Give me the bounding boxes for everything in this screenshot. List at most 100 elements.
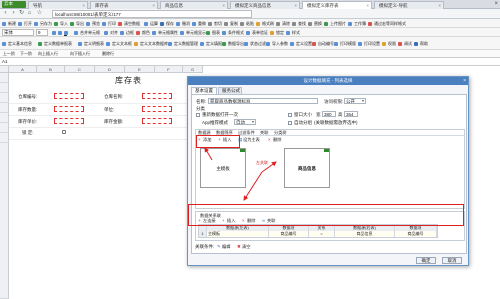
close-icon[interactable]: × bbox=[152, 3, 155, 8]
clear-format-button[interactable]: 清除 bbox=[276, 20, 290, 27]
field-cell[interactable] bbox=[142, 106, 172, 112]
redo-button[interactable]: 重做 bbox=[192, 20, 206, 27]
define-settings-button[interactable]: 定义设置 bbox=[290, 40, 312, 47]
height-input[interactable]: 364 bbox=[344, 111, 358, 117]
column-header[interactable]: C bbox=[65, 66, 95, 73]
help-button[interactable]: 帮助 bbox=[414, 40, 428, 47]
close-icon[interactable]: × bbox=[463, 77, 466, 85]
workbook-button[interactable]: 工作簿 bbox=[348, 20, 366, 27]
chart-button[interactable]: 图表 bbox=[206, 29, 220, 36]
row-header[interactable] bbox=[0, 103, 9, 113]
column-header[interactable]: G bbox=[183, 66, 203, 73]
secondary-table-box[interactable]: 商品信息 bbox=[284, 148, 330, 188]
print-button[interactable]: 打印 bbox=[102, 20, 116, 27]
set-main-button[interactable]: ▤ 设为主表 bbox=[238, 137, 260, 142]
define-report-button[interactable]: 定义数据单报表 bbox=[38, 40, 72, 47]
window-close-icon[interactable]: × bbox=[494, 1, 498, 7]
state-filter-button[interactable]: 状态过滤 bbox=[244, 40, 266, 47]
auto-number-button[interactable]: 自动编号 bbox=[312, 40, 334, 47]
insert-row-below-button[interactable]: 向下插入行 bbox=[70, 51, 90, 57]
tab-define-inventory[interactable]: 模拟定义库存表 × bbox=[302, 1, 372, 9]
right-source-select[interactable]: 商品信息 bbox=[335, 231, 395, 237]
print-template-button[interactable]: 打印模版 bbox=[334, 40, 356, 47]
undo-button[interactable]: 撤消 bbox=[176, 20, 190, 27]
save-button[interactable]: 保存 bbox=[160, 20, 174, 27]
column-header[interactable]: A bbox=[9, 66, 37, 73]
align-button[interactable]: 对齐 bbox=[104, 29, 118, 36]
row-header[interactable] bbox=[0, 113, 9, 123]
insert-row-above-button[interactable]: 向上插入行 bbox=[38, 51, 58, 57]
column-header[interactable]: B bbox=[37, 66, 65, 73]
lock-button[interactable]: 锁定 bbox=[270, 29, 284, 36]
font-size-select[interactable]: 9 bbox=[36, 29, 48, 36]
relation-op-select[interactable]: = bbox=[309, 231, 335, 237]
access-select[interactable]: 公开 bbox=[344, 98, 366, 104]
name-input[interactable]: 获取商品数据源标准 bbox=[208, 98, 318, 104]
field-cell[interactable] bbox=[142, 118, 172, 124]
delete-button[interactable]: × 删除 bbox=[268, 137, 281, 142]
define-text-db-button[interactable]: 定义文本数据库 bbox=[134, 40, 168, 47]
column-header[interactable]: E bbox=[125, 66, 155, 73]
column-header[interactable]: D bbox=[95, 66, 125, 73]
format-painter-button[interactable]: 格式刷 bbox=[256, 20, 274, 27]
import-params-button[interactable]: 导入参数 bbox=[266, 40, 288, 47]
row-header[interactable] bbox=[0, 83, 9, 93]
cell-display-button[interactable]: 单元格显示 bbox=[180, 29, 206, 36]
cell-properties-button[interactable]: 单元格属性 bbox=[152, 29, 178, 36]
row-header[interactable] bbox=[0, 93, 9, 103]
cut-button[interactable]: 剪切 bbox=[208, 20, 222, 27]
tab-service-formula[interactable]: 服务公式 bbox=[218, 87, 242, 94]
home-icon[interactable]: ⌂ bbox=[26, 10, 33, 17]
new-button[interactable]: 新建 bbox=[2, 20, 16, 27]
window-size-checkbox[interactable] bbox=[288, 113, 292, 117]
main-table-box[interactable]: 主模板 bbox=[200, 148, 246, 188]
border-button[interactable]: 边框 bbox=[120, 29, 134, 36]
close-icon[interactable]: × bbox=[82, 3, 85, 8]
define-data-manage-button[interactable]: 定义数据管理 bbox=[168, 40, 198, 47]
lock-checkbox[interactable] bbox=[62, 130, 66, 134]
close-icon[interactable]: × bbox=[222, 3, 225, 8]
tab-basic-settings[interactable]: 基本设置 bbox=[191, 87, 217, 94]
run-button[interactable]: 运算 bbox=[144, 20, 158, 27]
edit-condition-button[interactable]: ✎ 编辑 bbox=[217, 244, 230, 249]
italic-button[interactable]: I bbox=[58, 29, 63, 36]
export-button[interactable]: 导出 bbox=[70, 20, 84, 27]
close-icon[interactable]: × bbox=[294, 3, 297, 8]
formula-bar[interactable]: A1 bbox=[0, 58, 500, 66]
merge-cells-button[interactable]: 合并单元格 bbox=[74, 29, 100, 36]
font-family-select[interactable]: 宋体 bbox=[2, 29, 34, 36]
cancel-button[interactable]: 取消 bbox=[442, 257, 462, 264]
app-logo-tab[interactable]: 云本 bbox=[2, 1, 26, 8]
data-export-button[interactable]: 数据导出 bbox=[222, 40, 244, 47]
print-settings-button[interactable]: 打印设置 bbox=[358, 40, 380, 47]
define-detail-button[interactable]: 定义明细表 bbox=[78, 40, 104, 47]
tab-product-info[interactable]: 商品信息 × bbox=[160, 1, 228, 9]
url-input[interactable]: localhost:88/10001/表单定义/177 bbox=[52, 10, 252, 18]
permission-button[interactable]: 权限 bbox=[382, 40, 396, 47]
style-button[interactable]: 样式 bbox=[286, 29, 300, 36]
left-field-select[interactable]: 商品编号 bbox=[269, 231, 309, 237]
copy-button[interactable]: 复制 bbox=[224, 20, 238, 27]
debug-button[interactable]: 调试 bbox=[398, 40, 412, 47]
form-validation-button[interactable]: 表单验证 bbox=[246, 29, 268, 36]
app-mode-select[interactable]: 自动 bbox=[234, 119, 256, 125]
field-cell[interactable] bbox=[54, 106, 84, 112]
next-step-button[interactable]: 下一阶 bbox=[20, 51, 32, 57]
auto-group-checkbox[interactable] bbox=[288, 121, 292, 125]
tab-nav[interactable]: 导航 × bbox=[28, 1, 88, 9]
macro-format-button[interactable]: 通过宏等同样格式 bbox=[368, 20, 406, 27]
import-button[interactable]: 导入 bbox=[54, 20, 68, 27]
define-basic-info-button[interactable]: 定义基本信息 bbox=[2, 40, 32, 47]
upload-image-button[interactable]: 上传图片 bbox=[324, 20, 346, 27]
field-cell[interactable] bbox=[54, 93, 84, 99]
open-button[interactable]: 打开 bbox=[18, 20, 32, 27]
conditional-format-button[interactable]: 条件格式 bbox=[222, 29, 244, 36]
save-as-button[interactable]: 另存为 bbox=[34, 20, 52, 27]
color-button[interactable]: 颜色 bbox=[136, 29, 150, 36]
width-input[interactable]: 380 bbox=[322, 111, 336, 117]
right-field-select[interactable]: 商品编号 bbox=[395, 231, 437, 237]
replace-button[interactable]: 替换 bbox=[308, 20, 322, 27]
tab-inventory[interactable]: 库存表 × bbox=[90, 1, 158, 9]
row-header[interactable] bbox=[0, 133, 9, 143]
preview-button[interactable]: 预览 bbox=[86, 20, 100, 27]
